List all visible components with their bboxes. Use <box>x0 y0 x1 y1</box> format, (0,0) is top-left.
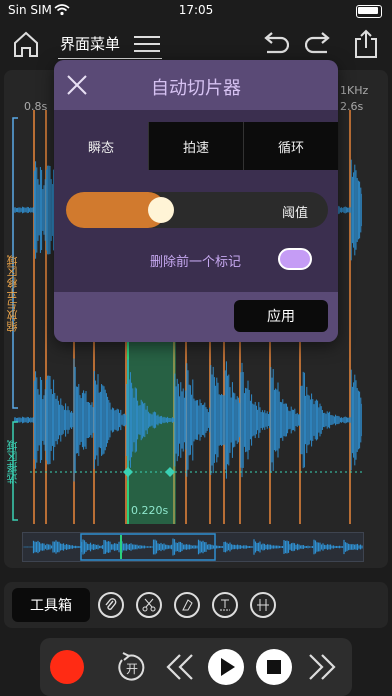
frequency-label: 1KHz <box>340 84 369 97</box>
rewind-icon <box>166 654 181 680</box>
delete-previous-marker-toggle[interactable] <box>278 248 312 270</box>
dialog-title: 自动切片器 <box>151 78 241 99</box>
selection-duration-label: 0.220s <box>131 504 168 517</box>
stop-icon <box>267 660 281 674</box>
hamburger-icon <box>134 36 160 52</box>
play-icon <box>221 658 235 676</box>
select-area-label: 选择区域 <box>6 440 19 484</box>
loop-toggle-label: 开 <box>126 662 138 676</box>
paperclip-icon[interactable] <box>98 592 124 618</box>
threshold-slider[interactable]: 阈值 <box>66 192 328 228</box>
fast-forward-icon <box>309 654 324 680</box>
home-button[interactable] <box>6 22 46 66</box>
clock-text: 17:05 <box>178 3 214 17</box>
tab-transient[interactable]: 瞬态 <box>54 122 148 170</box>
overview-strip[interactable] <box>22 532 364 562</box>
trim-icon[interactable] <box>212 592 238 618</box>
tab-tempo[interactable]: 拍速 <box>148 122 243 170</box>
share-icon <box>355 29 377 58</box>
tab-loop[interactable]: 循环 <box>243 122 338 170</box>
apply-button[interactable]: 应用 <box>234 300 328 332</box>
transport-bar: 开 <box>40 638 352 696</box>
loop-toggle-button[interactable]: 开 <box>114 650 150 684</box>
redo-icon <box>305 32 330 54</box>
record-button[interactable] <box>50 650 84 684</box>
threshold-slider-knob[interactable] <box>148 197 174 223</box>
interface-menu-label: 界面菜单 <box>60 34 121 53</box>
zoom-pan-area-label: 缩放与平移区域 <box>6 255 19 332</box>
battery-icon <box>356 5 382 18</box>
scissors-icon[interactable] <box>136 592 162 618</box>
status-bar: Sin SIM 17:05 <box>0 0 392 22</box>
stop-button[interactable] <box>256 649 292 685</box>
home-icon <box>14 31 38 57</box>
toolbox-button[interactable]: 工具箱 <box>12 588 90 622</box>
share-button[interactable] <box>346 22 386 66</box>
delete-previous-marker-label: 删除前一个标记 <box>150 255 242 270</box>
tool-bar: 工具箱 <box>4 582 388 628</box>
slicer-mode-tabs: 瞬态 拍速 循环 <box>54 122 338 170</box>
interface-menu-button[interactable]: 界面菜单 <box>58 28 162 59</box>
rewind-button[interactable] <box>164 652 196 682</box>
split-icon[interactable] <box>250 592 276 618</box>
threshold-label: 阈值 <box>281 206 308 221</box>
auto-slicer-dialog: 自动切片器 瞬态 拍速 循环 阈值 删除前一个标记 应用 <box>54 60 338 342</box>
eraser-icon[interactable] <box>174 592 200 618</box>
overview-waveform <box>23 538 363 556</box>
undo-icon <box>264 32 289 54</box>
fast-forward-button[interactable] <box>306 652 338 682</box>
play-button[interactable] <box>208 649 244 685</box>
